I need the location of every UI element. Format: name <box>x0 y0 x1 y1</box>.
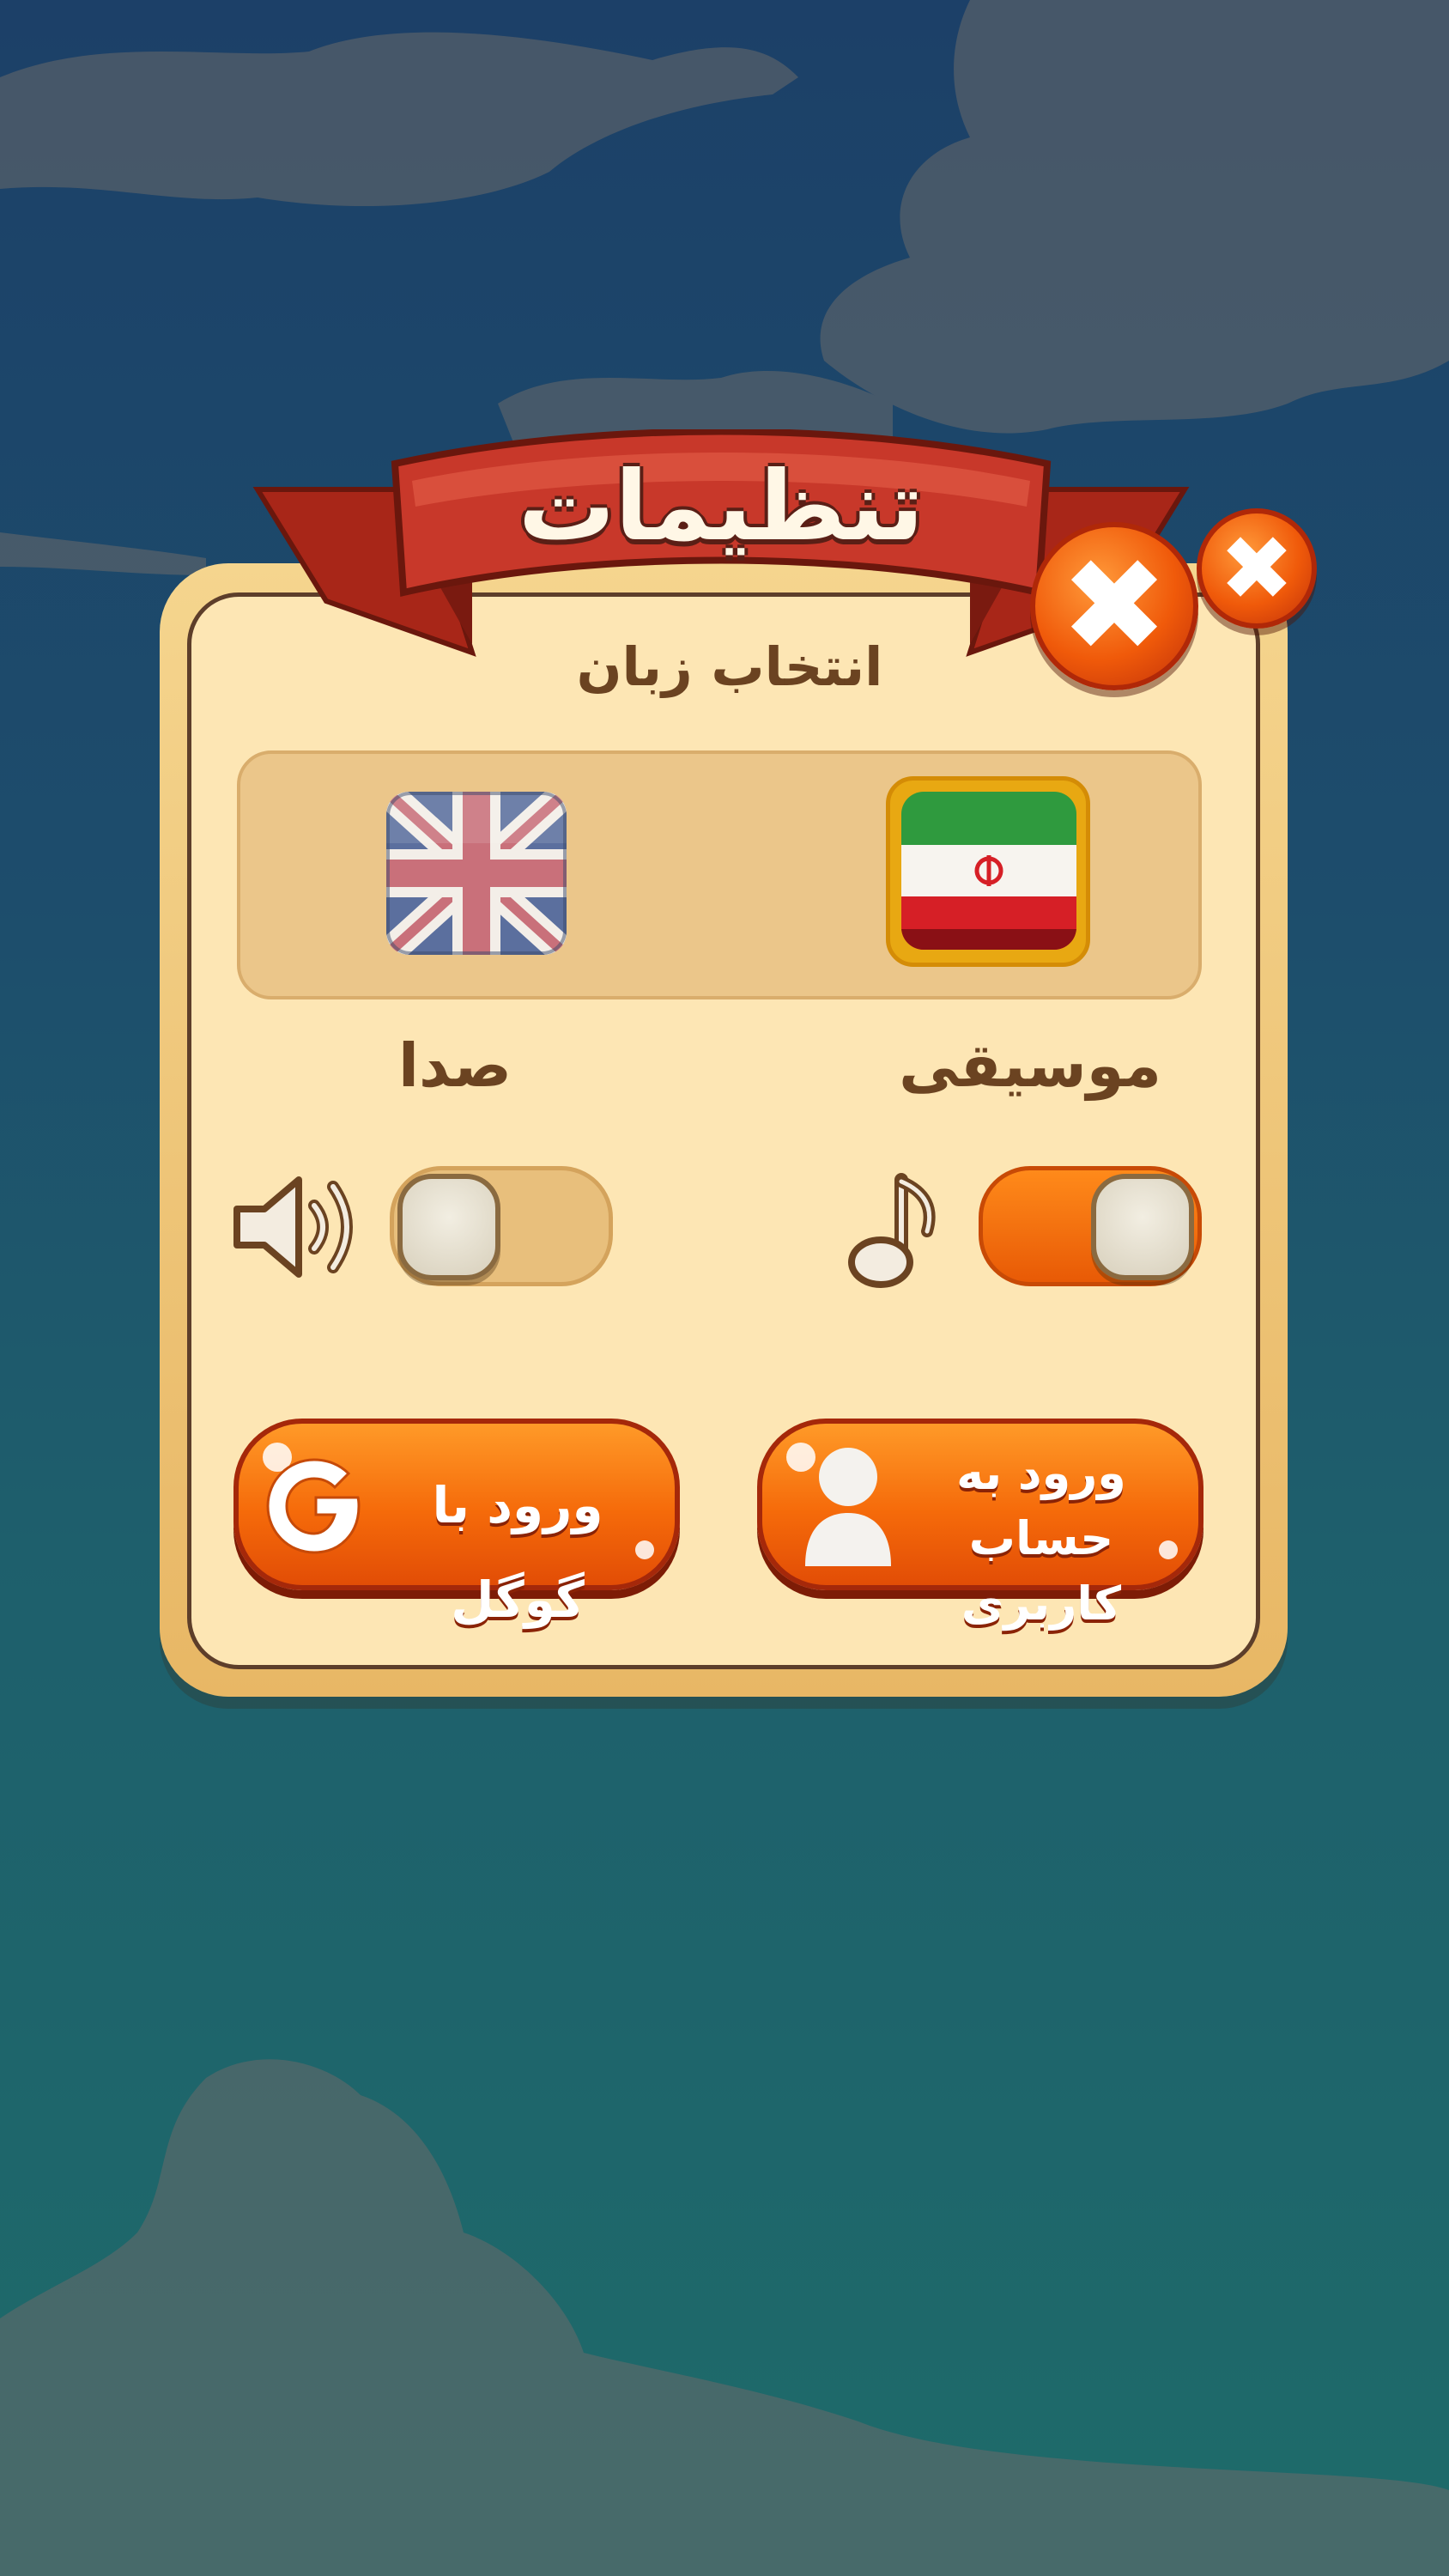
sound-label: صدا <box>397 1030 512 1101</box>
close-button-small[interactable]: ✖ <box>1197 508 1317 629</box>
page-title: تنظیمات <box>518 451 925 562</box>
google-login-label: ورود با گوگل <box>432 1476 603 1629</box>
iran-flag-icon[interactable] <box>901 792 1076 950</box>
button-gloss <box>635 1540 654 1559</box>
account-login-label: ورود به حساب کاربری <box>891 1441 1191 1631</box>
user-icon <box>805 1448 891 1566</box>
sound-toggle-knob <box>397 1174 500 1280</box>
speaker-icon <box>233 1176 353 1278</box>
button-gloss <box>1159 1540 1178 1559</box>
close-icon-small: ✖ <box>1219 516 1294 621</box>
sound-toggle[interactable] <box>390 1166 613 1286</box>
music-toggle[interactable] <box>979 1166 1202 1286</box>
account-login-label-line2: حساب کاربری <box>961 1511 1122 1631</box>
music-note-icon <box>848 1173 936 1288</box>
account-login-label-line1: ورود به <box>956 1446 1126 1500</box>
account-login-button[interactable]: ورود به حساب کاربری <box>757 1419 1203 1631</box>
close-button[interactable]: ✖ <box>1030 522 1198 690</box>
google-login-button[interactable]: ورود با گوگل <box>233 1419 680 1629</box>
music-label: موسیقی <box>899 1030 1161 1101</box>
google-icon <box>266 1458 361 1554</box>
music-toggle-knob <box>1091 1174 1194 1280</box>
language-section-title: انتخاب زبان <box>576 635 883 698</box>
uk-flag-icon[interactable] <box>386 792 567 955</box>
close-icon: ✖ <box>1060 532 1168 681</box>
